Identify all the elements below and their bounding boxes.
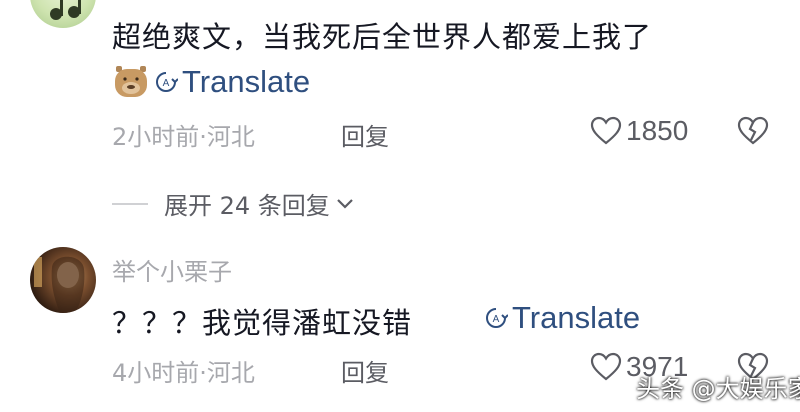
emoji (112, 64, 150, 100)
svg-text:A: A (163, 78, 170, 89)
capybara-icon (115, 66, 147, 97)
comment-meta: 4小时前·河北 (112, 359, 255, 387)
expand-replies-label: 展开 24 条回复 (164, 192, 330, 220)
avatar[interactable] (30, 0, 96, 28)
like-count: 1850 (626, 115, 689, 146)
music-note-icon (50, 0, 81, 20)
comment-meta: 2小时前·河北 (112, 123, 255, 151)
comment-section: 超绝爽文，当我死后全世界人都爱上我了 A Translate 2小时前·河北 回… (0, 0, 800, 412)
translate-label: Translate (512, 300, 641, 335)
heart-icon (590, 352, 622, 381)
chevron-down-icon (337, 198, 353, 209)
reply-button[interactable]: 回复 (341, 117, 389, 152)
like-button[interactable]: 1850 (590, 115, 688, 147)
watermark: 头条 @大娱乐家 (636, 375, 800, 403)
username[interactable]: 举个小栗子 (112, 252, 232, 287)
expand-replies-button[interactable]: 展开 24 条回复 (112, 186, 354, 221)
svg-text:A: A (493, 314, 500, 325)
translate-label: Translate (182, 64, 311, 99)
dislike-button[interactable] (737, 116, 769, 150)
translate-icon: A (486, 308, 508, 328)
reply-button[interactable]: 回复 (341, 353, 389, 388)
translate-button[interactable]: A Translate (154, 64, 310, 100)
comment-text: ？？？我觉得潘虹没错 (112, 306, 413, 340)
broken-heart-icon (737, 116, 769, 145)
translate-icon: A (156, 72, 178, 92)
heart-icon (590, 116, 622, 145)
comment-text: 超绝爽文，当我死后全世界人都爱上我了 (112, 20, 653, 54)
profile-photo (34, 256, 85, 313)
translate-button[interactable]: A Translate (484, 300, 640, 336)
avatar[interactable] (30, 247, 96, 313)
divider (112, 202, 148, 205)
